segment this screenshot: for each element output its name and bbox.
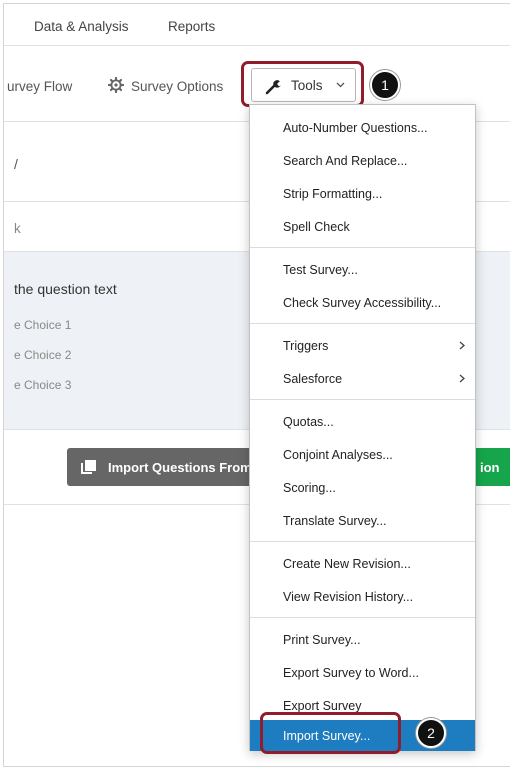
menu-item-conjoint[interactable]: Conjoint Analyses... bbox=[250, 438, 475, 471]
choice-2[interactable]: e Choice 2 bbox=[14, 348, 71, 362]
chevron-down-icon bbox=[336, 82, 345, 88]
menu-item-salesforce[interactable]: Salesforce bbox=[250, 362, 475, 395]
chevron-right-icon bbox=[459, 341, 465, 350]
menu-item-label: Triggers bbox=[283, 339, 329, 353]
menu-item-search-replace[interactable]: Search And Replace... bbox=[250, 144, 475, 177]
menu-item-label: Export Survey bbox=[283, 699, 362, 713]
menu-item-translate[interactable]: Translate Survey... bbox=[250, 504, 475, 537]
question-text[interactable]: the question text bbox=[14, 281, 117, 297]
tools-button-label: Tools bbox=[291, 78, 323, 93]
chevron-right-icon bbox=[459, 374, 465, 383]
menu-item-spell-check[interactable]: Spell Check bbox=[250, 210, 475, 243]
menu-item-label: Scoring... bbox=[283, 481, 336, 495]
tools-dropdown-menu: Auto-Number Questions... Search And Repl… bbox=[249, 104, 476, 751]
gear-icon bbox=[108, 77, 124, 93]
menu-separator bbox=[250, 323, 475, 324]
import-questions-button[interactable]: Import Questions From bbox=[67, 448, 267, 486]
menu-item-label: Test Survey... bbox=[283, 263, 358, 277]
copy-icon bbox=[81, 460, 96, 474]
menu-item-scoring[interactable]: Scoring... bbox=[250, 471, 475, 504]
menu-separator bbox=[250, 541, 475, 542]
menu-separator bbox=[250, 247, 475, 248]
menu-separator bbox=[250, 617, 475, 618]
menu-item-export-word[interactable]: Export Survey to Word... bbox=[250, 656, 475, 689]
menu-item-create-revision[interactable]: Create New Revision... bbox=[250, 547, 475, 580]
menu-item-label: Auto-Number Questions... bbox=[283, 121, 428, 135]
menu-item-label: Spell Check bbox=[283, 220, 350, 234]
choice-3[interactable]: e Choice 3 bbox=[14, 378, 71, 392]
block-title: / bbox=[14, 156, 18, 172]
menu-item-test-survey[interactable]: Test Survey... bbox=[250, 253, 475, 286]
menu-item-auto-number[interactable]: Auto-Number Questions... bbox=[250, 111, 475, 144]
menu-item-label: View Revision History... bbox=[283, 590, 414, 604]
menu-item-label: Quotas... bbox=[283, 415, 334, 429]
menu-item-label: Export Survey to Word... bbox=[283, 666, 419, 680]
block-row-text: k bbox=[14, 221, 21, 236]
menu-item-label: Search And Replace... bbox=[283, 154, 408, 168]
wrench-icon bbox=[265, 80, 281, 95]
menu-item-label: Salesforce bbox=[283, 372, 343, 386]
menu-item-label: Create New Revision... bbox=[283, 557, 411, 571]
menu-item-label: Strip Formatting... bbox=[283, 187, 383, 201]
menu-item-quotas[interactable]: Quotas... bbox=[250, 405, 475, 438]
menu-separator bbox=[250, 399, 475, 400]
step-badge-2: 2 bbox=[416, 718, 446, 748]
import-questions-label: Import Questions From bbox=[108, 460, 252, 475]
menu-item-label: Translate Survey... bbox=[283, 514, 387, 528]
top-nav: Data & Analysis Reports bbox=[4, 4, 510, 46]
add-question-label: ion bbox=[480, 460, 500, 475]
menu-item-strip-formatting[interactable]: Strip Formatting... bbox=[250, 177, 475, 210]
tools-button[interactable]: Tools bbox=[251, 68, 356, 102]
menu-item-label: Conjoint Analyses... bbox=[283, 448, 393, 462]
menu-item-label: Print Survey... bbox=[283, 633, 361, 647]
menu-item-check-accessibility[interactable]: Check Survey Accessibility... bbox=[250, 286, 475, 319]
tab-reports[interactable]: Reports bbox=[168, 19, 215, 34]
step-badge-1: 1 bbox=[370, 70, 400, 100]
menu-item-label: Check Survey Accessibility... bbox=[283, 296, 442, 310]
survey-flow-button[interactable]: urvey Flow bbox=[7, 79, 72, 94]
menu-item-print-survey[interactable]: Print Survey... bbox=[250, 623, 475, 656]
menu-item-triggers[interactable]: Triggers bbox=[250, 329, 475, 362]
menu-item-revision-history[interactable]: View Revision History... bbox=[250, 580, 475, 613]
import-callout-outline bbox=[260, 712, 401, 754]
tab-data-analysis[interactable]: Data & Analysis bbox=[34, 19, 129, 34]
survey-options-button[interactable]: Survey Options bbox=[131, 79, 223, 94]
choice-1[interactable]: e Choice 1 bbox=[14, 318, 71, 332]
